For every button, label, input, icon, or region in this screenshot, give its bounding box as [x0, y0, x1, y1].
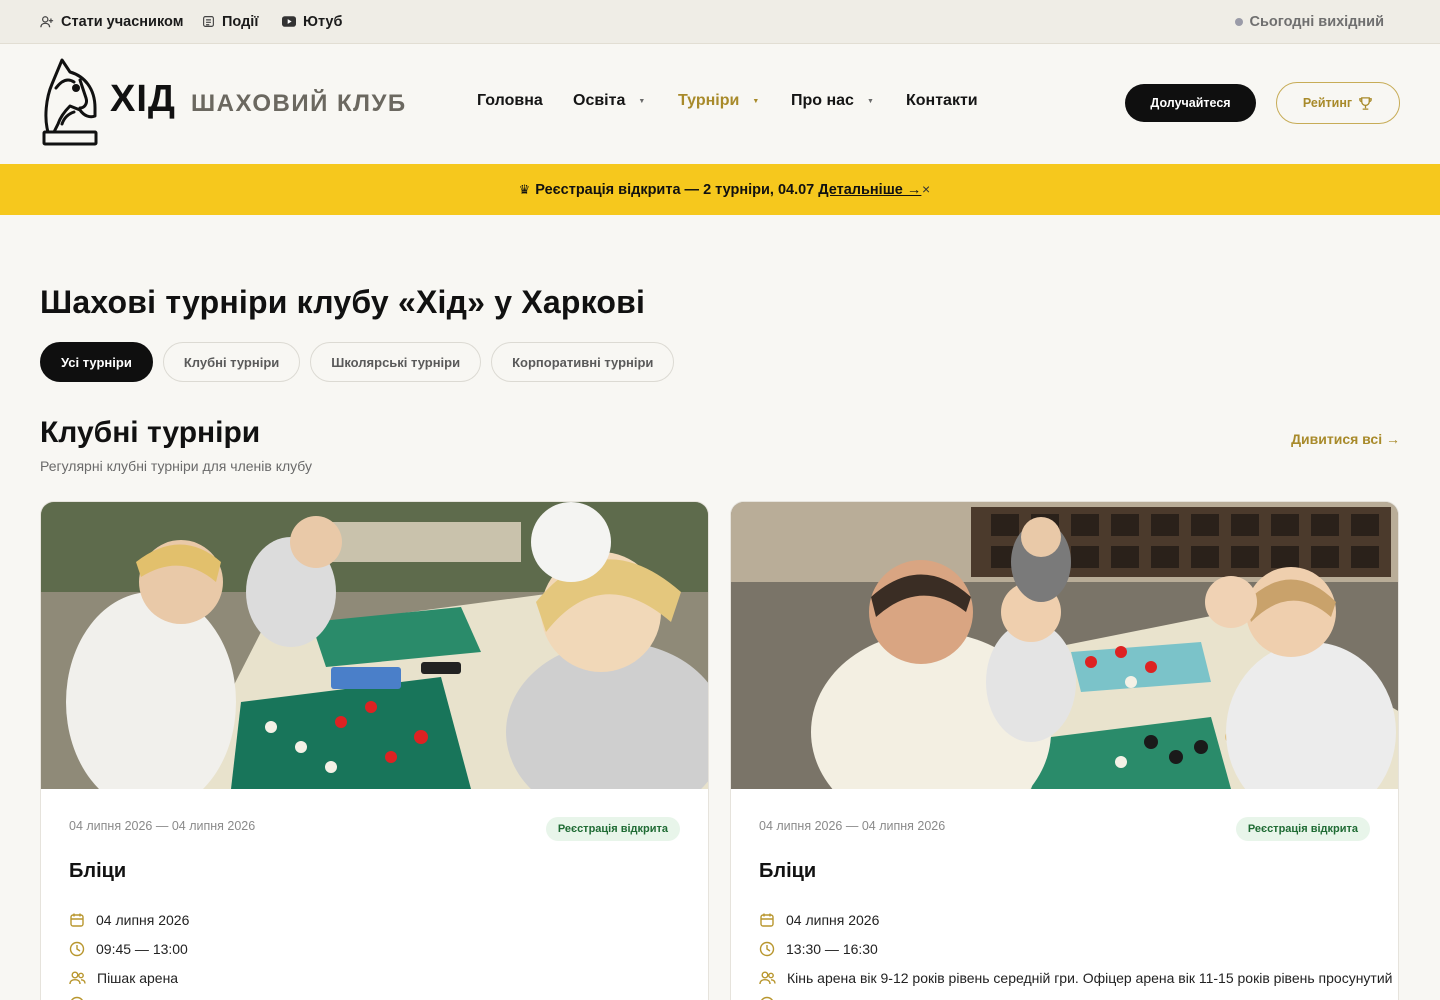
nav-about-label: Про нас — [791, 92, 854, 109]
card-place: Кінь арена вік 9-12 років рівень середні… — [759, 970, 1392, 986]
card-date: 04 липня 2026 — [759, 912, 879, 928]
card-time: 09:45 — 13:00 — [69, 941, 188, 957]
status-badge: Реєстрація відкрита — [545, 817, 680, 841]
trophy-icon — [1359, 96, 1372, 110]
chevron-down-icon: ▼ — [638, 97, 646, 105]
banner-text: Реєстрація відкрита — 2 турніри, 04.07 — [535, 181, 815, 198]
filter-school[interactable]: Школярські турніри — [310, 342, 482, 382]
status-dot-icon — [1234, 17, 1243, 26]
card-place: Пішак арена — [69, 970, 178, 986]
card-time: 13:30 — 16:30 — [759, 941, 878, 957]
nav-tournaments-label: Турніри — [678, 92, 740, 109]
youtube-icon — [282, 16, 296, 27]
join-button[interactable]: Долучайтеся — [1125, 84, 1256, 122]
logo-subtitle: ШАХОВИЙ КЛУБ — [191, 90, 407, 117]
pin-icon — [71, 996, 83, 1000]
see-all-link[interactable]: Дивитися всі → — [1291, 431, 1400, 447]
nav-education[interactable]: Освіта ▼ — [573, 92, 645, 110]
pin-icon — [761, 996, 773, 1000]
become-member-link[interactable]: Стати учасником — [40, 0, 183, 43]
knight-logo-icon[interactable] — [40, 58, 100, 153]
nav-education-label: Освіта — [573, 92, 626, 109]
tournament-photo — [41, 502, 708, 789]
nav-home-label: Головна — [477, 92, 543, 109]
chevron-down-icon: ▼ — [752, 97, 760, 105]
youtube-label: Ютуб — [303, 13, 343, 30]
become-member-label: Стати учасником — [61, 13, 184, 30]
clock-icon — [69, 941, 85, 957]
nav-contacts-label: Контакти — [906, 92, 978, 109]
card-title[interactable]: Бліци — [759, 860, 816, 883]
users-icon — [69, 971, 86, 985]
top-utility-bar: Стати учасником Події Ютуб Сьогодні вихі… — [0, 0, 1440, 44]
registration-banner: ♛ Реєстрація відкрита — 2 турніри, 04.07… — [0, 164, 1440, 215]
tournament-filters: Усі турніри Клубні турніри Школярські ту… — [40, 342, 684, 382]
calendar-icon — [760, 913, 774, 927]
nav-contacts[interactable]: Контакти — [906, 92, 978, 110]
tournament-photo — [731, 502, 1398, 789]
card-time-text: 09:45 — 13:00 — [96, 941, 188, 957]
clock-icon — [759, 941, 775, 957]
nav-about[interactable]: Про нас ▼ — [791, 92, 874, 110]
card-extra-row — [759, 996, 786, 1000]
events-label: Події — [222, 13, 259, 30]
tournament-card[interactable]: 04 липня 2026 — 04 липня 2026 Реєстрація… — [40, 501, 709, 1000]
card-time-text: 13:30 — 16:30 — [786, 941, 878, 957]
site-header: ХІД ШАХОВИЙ КЛУБ Головна Освіта ▼ Турнір… — [0, 44, 1440, 164]
card-date-text: 04 липня 2026 — [786, 912, 880, 928]
card-date-range: 04 липня 2026 — 04 липня 2026 — [69, 819, 256, 833]
section-subtitle: Регулярні клубні турніри для членів клуб… — [40, 458, 313, 474]
page-title: Шахові турніри клубу «Хід» у Харкові — [40, 284, 646, 320]
filter-club[interactable]: Клубні турніри — [162, 342, 301, 382]
card-extra-row — [69, 996, 96, 1000]
chevron-down-icon: ▼ — [866, 97, 874, 105]
rating-label: Рейтинг — [1302, 96, 1353, 110]
crown-icon: ♛ — [518, 181, 531, 197]
card-place-text: Кінь арена вік 9-12 років рівень середні… — [787, 970, 1393, 986]
card-date-range: 04 липня 2026 — 04 липня 2026 — [759, 819, 946, 833]
banner-details-link[interactable]: Детальніше → — [818, 182, 921, 198]
opening-status: Сьогодні вихідний — [1234, 0, 1385, 43]
calendar-icon — [70, 913, 84, 927]
card-title[interactable]: Бліци — [69, 860, 126, 883]
calendar-note-icon — [203, 16, 214, 27]
close-icon[interactable]: × — [922, 181, 930, 197]
status-badge: Реєстрація відкрита — [1235, 817, 1370, 841]
youtube-link[interactable]: Ютуб — [282, 0, 342, 43]
rating-button[interactable]: Рейтинг — [1276, 82, 1400, 124]
card-date-text: 04 липня 2026 — [96, 912, 190, 928]
nav-tournaments[interactable]: Турніри ▼ — [678, 92, 759, 110]
tournament-card[interactable]: 04 липня 2026 — 04 липня 2026 Реєстрація… — [730, 501, 1399, 1000]
card-date: 04 липня 2026 — [69, 912, 189, 928]
status-text: Сьогодні вихідний — [1249, 13, 1385, 30]
add-user-icon — [40, 15, 54, 27]
nav-home[interactable]: Головна — [477, 92, 543, 110]
logo-wordmark[interactable]: ХІД — [110, 80, 176, 118]
filter-corporate[interactable]: Корпоративні турніри — [491, 342, 675, 382]
section-title: Клубні турніри — [40, 416, 261, 449]
card-place-text: Пішак арена — [97, 970, 179, 986]
users-icon — [759, 971, 776, 985]
filter-all[interactable]: Усі турніри — [40, 342, 153, 382]
events-link[interactable]: Події — [202, 0, 258, 43]
